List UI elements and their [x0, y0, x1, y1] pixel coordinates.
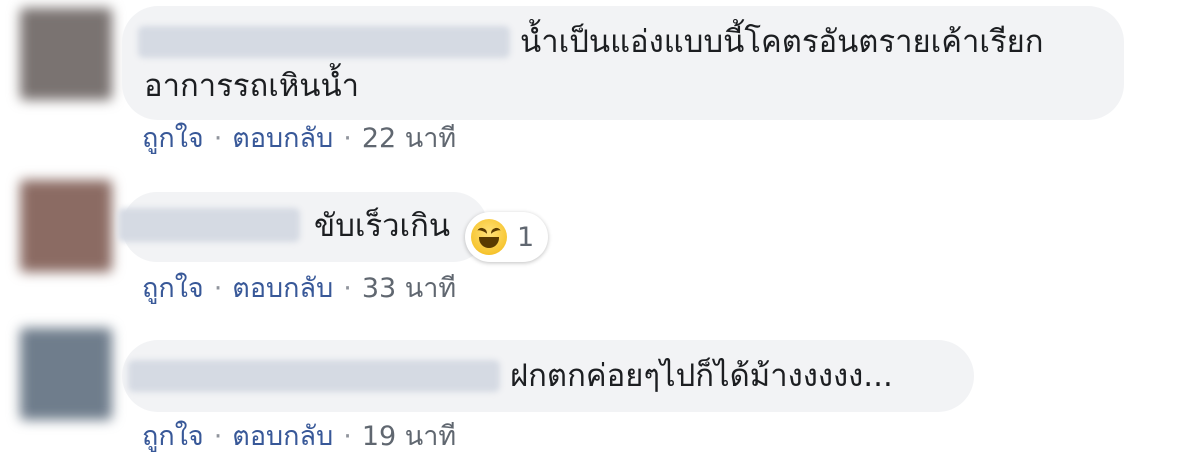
- comment-actions: ถูกใจ · ตอบกลับ · 22 นาที: [142, 122, 456, 156]
- timestamp[interactable]: 19 นาที: [362, 421, 456, 452]
- comment-bubble: ขับเร็วเกิน: [118, 192, 488, 262]
- like-link[interactable]: ถูกใจ: [142, 123, 204, 154]
- comment-actions: ถูกใจ · ตอบกลับ · 33 นาที: [142, 272, 456, 306]
- comment-text: ขับเร็วเกิน: [314, 208, 451, 244]
- reaction-count: 1: [517, 221, 535, 253]
- timestamp[interactable]: 22 นาที: [362, 123, 456, 154]
- comment-thread: น้ำเป็นแอ่งแบบนี้โคตรอันตรายเค้าเรียก อา…: [0, 0, 1200, 468]
- reaction-badge[interactable]: 1: [465, 212, 549, 262]
- comment-text-line-2: อาการรถเหินน้ำ: [144, 68, 360, 104]
- separator: ·: [213, 421, 223, 452]
- avatar[interactable]: [20, 180, 112, 272]
- like-link[interactable]: ถูกใจ: [142, 421, 204, 452]
- reply-link[interactable]: ตอบกลับ: [232, 421, 333, 452]
- comment-actions: ถูกใจ · ตอบกลับ · 19 นาที: [142, 420, 456, 454]
- like-link[interactable]: ถูกใจ: [142, 273, 204, 304]
- timestamp[interactable]: 33 นาที: [362, 273, 456, 304]
- author-name-redacted[interactable]: [138, 26, 510, 58]
- reply-link[interactable]: ตอบกลับ: [232, 273, 333, 304]
- comment-bubble: น้ำเป็นแอ่งแบบนี้โคตรอันตรายเค้าเรียก อา…: [122, 6, 1124, 120]
- comment-text: ฝกตกค่อยๆไปก็ได้ม้างงงงง...: [510, 358, 893, 394]
- haha-icon: [471, 219, 507, 255]
- separator: ·: [213, 273, 223, 304]
- separator: ·: [343, 123, 352, 154]
- reply-link[interactable]: ตอบกลับ: [232, 123, 333, 154]
- author-name-redacted[interactable]: [128, 360, 500, 392]
- avatar[interactable]: [20, 8, 112, 100]
- comment-bubble: ฝกตกค่อยๆไปก็ได้ม้างงงงง...: [122, 340, 974, 412]
- avatar[interactable]: [20, 328, 112, 420]
- author-name-redacted[interactable]: [118, 208, 300, 242]
- separator: ·: [343, 273, 352, 304]
- separator: ·: [213, 123, 223, 154]
- comment-text-line-1: น้ำเป็นแอ่งแบบนี้โคตรอันตรายเค้าเรียก: [520, 24, 1044, 60]
- separator: ·: [343, 421, 352, 452]
